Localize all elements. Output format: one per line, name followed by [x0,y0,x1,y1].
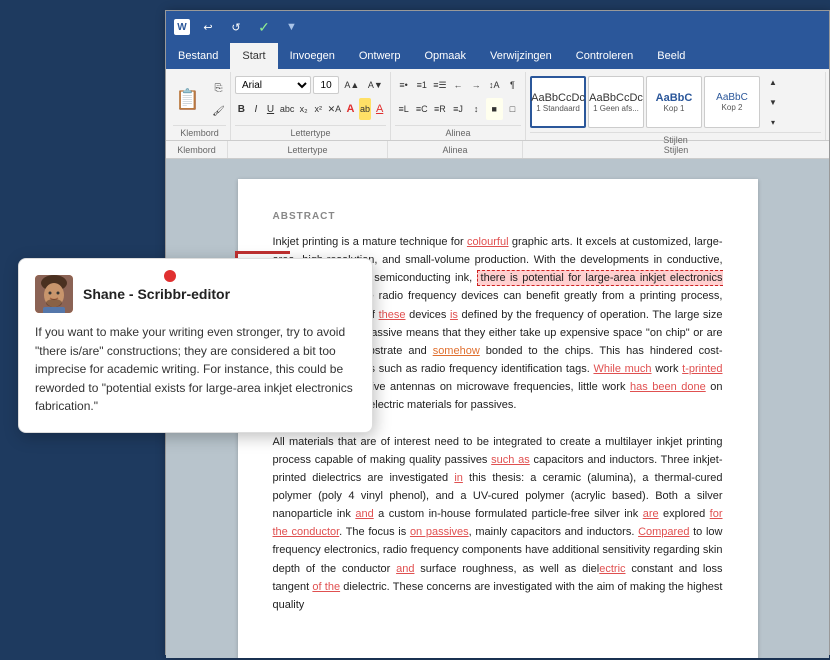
comment-header: Shane - Scribbr-editor [35,275,356,313]
clipboard-label: Klembord [173,125,226,138]
comment-author: Shane - Scribbr-editor [83,286,230,302]
while-much-phrase: While much [593,363,651,375]
format-painter-button[interactable]: 🖌 [208,100,230,122]
abstract-title: ABSTRACT [273,209,723,225]
sort-button[interactable]: ↕A [486,74,503,96]
and-word: and [355,508,373,520]
paragraph-label: Alinea [395,125,521,138]
undo-button[interactable]: ↩ [198,17,218,37]
line-spacing-button[interactable]: ↕ [468,98,485,120]
red-dot-connector [164,270,176,282]
comment-avatar [35,275,73,313]
clipboard-group: 📋 ⎘ 🖌 Klembord [169,72,231,140]
highlight-button[interactable]: ab [359,98,372,120]
font-color-button[interactable]: A [344,98,357,120]
border-button[interactable]: □ [504,98,521,120]
on-passives-phrase: on passives [410,526,469,538]
clear-format-button[interactable]: ✕A [327,98,343,120]
such-as-phrase: such as [491,454,530,466]
bold-button[interactable]: B [235,98,248,120]
style-standard[interactable]: AaBbCcDc 1 Standaard [530,76,586,128]
styles-group-bottom: Stijlen [523,141,829,158]
style-h1-preview: AaBbC [656,92,693,104]
compared-word: Compared [638,526,689,538]
styles-more[interactable]: ▾ [762,114,784,130]
comment-bubble: Shane - Scribbr-editor If you want to ma… [18,258,373,433]
are-word: are [643,508,659,520]
font-name-select[interactable]: Arial [235,76,311,94]
paragraph-group: ≡• ≡1 ≡☰ ← → ↕A ¶ ≡L ≡C ≡R ≡J ↕ ■ □ Alin… [391,72,526,140]
ribbon-tabs: Bestand Start Invoegen Ontwerp Opmaak Ve… [166,43,829,69]
justify-button[interactable]: ≡J [449,98,466,120]
comment-body: If you want to make your writing even st… [35,323,356,416]
style-standard-preview: AaBbCcDc [531,92,585,104]
paste-button[interactable]: 📋 [170,82,206,118]
shading-button[interactable]: ■ [486,98,503,120]
style-no-spacing-preview: AaBbCcDc [589,92,643,104]
multilevel-button[interactable]: ≡☰ [431,74,448,96]
align-left-button[interactable]: ≡L [395,98,412,120]
increase-font-button[interactable]: A▲ [341,74,362,96]
style-no-spacing[interactable]: AaBbCcDc 1 Geen afs... [588,76,644,128]
paragraph-group-bottom: Alinea [388,141,523,158]
title-bar: W ↩ ↺ ✓ ▼ [166,11,829,43]
in-word: in [454,472,463,484]
of-the-phrase: of the [312,581,340,593]
styles-group: AaBbCcDc 1 Standaard AaBbCcDc 1 Geen afs… [526,72,826,140]
styles-scroll-down[interactable]: ▼ [762,94,784,110]
somehow-word: somehow [433,345,480,357]
tab-beeld[interactable]: Beeld [645,43,697,69]
redo-button[interactable]: ↺ [226,17,246,37]
italic-button[interactable]: I [250,98,263,120]
style-h1-label: Kop 1 [664,104,685,113]
colourful-word: colourful [467,236,509,248]
decrease-font-button[interactable]: A▼ [365,74,386,96]
tab-opmaak[interactable]: Opmaak [412,43,478,69]
is-word: is [450,309,458,321]
subscript-button[interactable]: x₂ [297,98,310,120]
underline-button[interactable]: U [264,98,277,120]
numbering-button[interactable]: ≡1 [413,74,430,96]
comma-span: , [469,272,476,284]
font-label: Lettertype [235,125,386,138]
tab-bestand[interactable]: Bestand [166,43,230,69]
style-h2-preview: AaBbC [716,92,748,103]
styles-scroll-up[interactable]: ▲ [762,74,784,90]
and-word-2: and [396,563,414,575]
tab-verwijzingen[interactable]: Verwijzingen [478,43,564,69]
tab-ontwerp[interactable]: Ontwerp [347,43,413,69]
tab-controleren[interactable]: Controleren [564,43,645,69]
font-size-input[interactable] [313,76,339,94]
word-icon: W [174,19,190,35]
align-center-button[interactable]: ≡C [413,98,430,120]
style-standard-label: 1 Standaard [536,104,580,113]
has-been-done-phrase: has been done [630,381,706,393]
increase-indent-button[interactable]: → [468,74,485,96]
tab-start[interactable]: Start [230,43,277,69]
superscript-button[interactable]: x² [312,98,325,120]
font-color2-button[interactable]: A [373,98,386,120]
inkjet-printed-phrase: t-printed [682,363,722,375]
style-h2-label: Kop 2 [722,103,743,112]
connector-horizontal [235,251,290,254]
align-right-button[interactable]: ≡R [431,98,448,120]
copy-button[interactable]: ⎘ [208,77,230,99]
tab-invoegen[interactable]: Invoegen [278,43,347,69]
these-word: these [379,309,406,321]
style-heading2[interactable]: AaBbC Kop 2 [704,76,760,128]
style-heading1[interactable]: AaBbC Kop 1 [646,76,702,128]
show-marks-button[interactable]: ¶ [504,74,521,96]
bullets-button[interactable]: ≡• [395,74,412,96]
style-no-spacing-label: 1 Geen afs... [593,104,639,113]
clipboard-group-bottom: Klembord [166,141,228,158]
check-button[interactable]: ✓ [254,17,274,37]
decrease-indent-button[interactable]: ← [449,74,466,96]
strikethrough-button[interactable]: abc [279,98,296,120]
font-group: Arial A▲ A▼ B I U abc x₂ x² ✕A A ab A Le… [231,72,391,140]
ectric-span: ectric [599,563,625,575]
font-group-bottom: Lettertype [228,141,388,158]
